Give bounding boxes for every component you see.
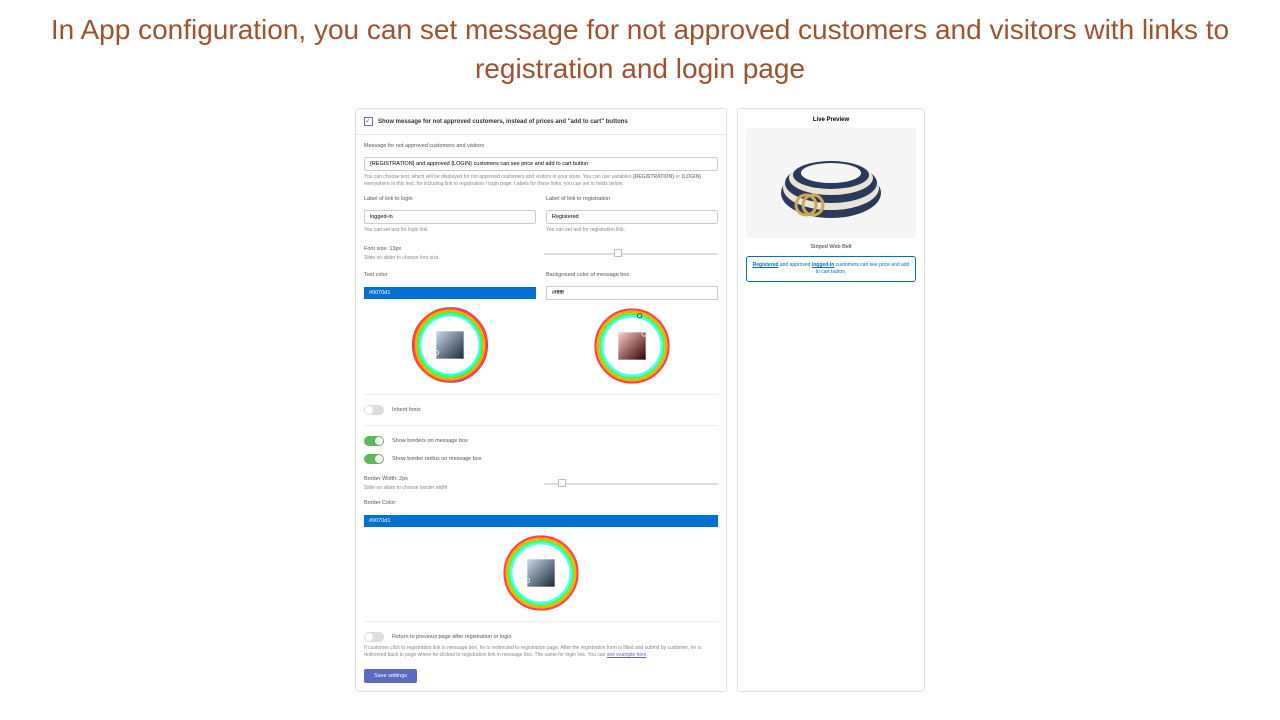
text-color-picker[interactable] [364, 307, 536, 383]
inherit-fonts-toggle[interactable] [364, 405, 384, 415]
preview-login-link[interactable]: logged-in [812, 262, 835, 268]
preview-title: Live Preview [746, 117, 916, 123]
border-width-slider[interactable] [544, 483, 718, 485]
show-radius-toggle[interactable] [364, 454, 384, 464]
reg-link-helper: You can set text for registration link. [546, 227, 718, 234]
font-size-label: Font size: 13px [364, 246, 534, 252]
text-color-input[interactable] [364, 287, 536, 299]
inherit-fonts-label: Inherit fonts [392, 407, 421, 413]
bg-color-input[interactable] [546, 286, 718, 300]
font-size-slider[interactable] [544, 253, 718, 255]
see-example-link[interactable]: see example here [607, 652, 647, 658]
preview-reg-link[interactable]: Registered [753, 262, 779, 268]
show-radius-label: Show border radius on message box [392, 456, 482, 462]
show-message-checkbox[interactable] [364, 117, 373, 126]
save-settings-button[interactable]: Save settings [364, 669, 417, 683]
login-link-label: Label of link to login [364, 196, 536, 202]
return-helper: If customer click to registration link i… [364, 645, 718, 659]
section-title: Show message for not approved customers,… [378, 119, 628, 125]
login-link-input[interactable] [364, 210, 536, 224]
return-prev-label: Return to previous page after registrati… [392, 634, 512, 640]
page-title: In App configuration, you can set messag… [0, 0, 1280, 108]
return-prev-toggle[interactable] [364, 632, 384, 642]
login-link-helper: You can set text for login link. [364, 227, 536, 234]
reg-link-label: Label of link to registration [546, 196, 718, 202]
preview-message-box: Registered and approved logged-in custom… [746, 256, 916, 282]
border-color-picker[interactable] [364, 535, 718, 611]
preview-panel: Live Preview Striped Web Belt Registered… [737, 108, 925, 692]
border-color-input[interactable] [364, 515, 718, 527]
bg-color-picker[interactable] [546, 308, 718, 384]
font-size-helper: Slide on slider to choose font size. [364, 255, 534, 262]
border-width-helper: Slide on slider to choose border width [364, 485, 534, 492]
bg-color-label: Background color of message box [546, 272, 718, 278]
border-width-label: Border Width: 2px [364, 476, 534, 482]
border-color-label: Border Color: [364, 500, 718, 506]
product-name: Striped Web Belt [746, 244, 916, 250]
show-borders-label: Show borders on message box [392, 438, 468, 444]
message-helper: You can choose text, which will be displ… [364, 174, 718, 188]
config-panel: Show message for not approved customers,… [355, 108, 727, 692]
reg-link-input[interactable] [546, 210, 718, 224]
text-color-label: Text color [364, 272, 536, 278]
product-image [746, 128, 916, 238]
show-borders-toggle[interactable] [364, 436, 384, 446]
message-input[interactable] [364, 157, 718, 171]
message-label: Message for not approved customers and v… [364, 143, 718, 149]
